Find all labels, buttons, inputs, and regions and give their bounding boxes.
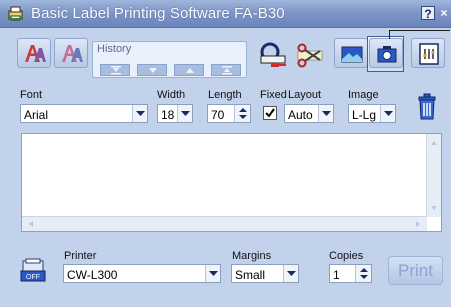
chevron-down-icon: [136, 111, 145, 116]
chevron-down-icon: [322, 111, 331, 116]
font-label: Font: [20, 89, 43, 101]
chevron-down-icon: [287, 271, 296, 276]
printer-label: Printer: [64, 250, 97, 262]
layout-value: Auto: [288, 108, 313, 122]
tape-cut-icon: [260, 42, 286, 67]
trash-icon: [418, 93, 436, 120]
window-title: Basic Label Printing Software FA-B30: [31, 5, 285, 22]
history-prev-button[interactable]: [137, 64, 167, 76]
history-first-button[interactable]: [100, 64, 130, 76]
off-label: OFF: [26, 274, 40, 281]
camera-icon: [377, 46, 397, 63]
font-select[interactable]: Arial: [20, 104, 148, 123]
width-label: Width: [157, 89, 186, 101]
power-off-button[interactable]: OFF: [20, 257, 46, 283]
close-button[interactable]: ×: [437, 6, 451, 20]
printer-app-icon: [8, 6, 23, 21]
history-next-button[interactable]: [174, 64, 204, 76]
app-window: Basic Label Printing Software FA-B30 ? ×…: [0, 0, 451, 307]
horizontal-scrollbar[interactable]: [22, 216, 427, 231]
layout-select[interactable]: Auto: [284, 104, 334, 123]
history-last-icon: [222, 66, 232, 75]
title-bar[interactable]: Basic Label Printing Software FA-B30 ? ×: [0, 0, 451, 28]
history-label: History: [97, 43, 132, 55]
scroll-left-icon[interactable]: [24, 217, 38, 231]
margins-select[interactable]: Small: [231, 264, 299, 283]
label-text-editor[interactable]: [21, 133, 442, 232]
margins-value: Small: [235, 268, 266, 282]
fixed-checkbox[interactable]: [263, 106, 277, 120]
width-value: 18: [161, 108, 175, 122]
length-spin-button[interactable]: [234, 105, 250, 122]
label-b-button[interactable]: [54, 38, 88, 68]
margins-dropdown-button[interactable]: [283, 265, 298, 282]
printer-value: CW-L300: [67, 268, 118, 282]
scissors-button[interactable]: [291, 38, 325, 68]
image-value: L-Lg: [352, 108, 377, 122]
printer-dropdown-button[interactable]: [205, 265, 220, 282]
label-a-icon: [25, 45, 46, 62]
picture-icon: [341, 46, 363, 63]
history-prev-icon: [149, 68, 157, 73]
vertical-scrollbar[interactable]: [426, 134, 441, 217]
spin-arrows-icon: [360, 268, 368, 279]
settings-button[interactable]: [411, 38, 445, 68]
length-value: 70: [211, 108, 225, 122]
margins-label: Margins: [232, 250, 272, 262]
width-select[interactable]: 18: [157, 104, 193, 123]
copies-spin-button[interactable]: [355, 265, 371, 282]
chevron-down-icon: [209, 271, 218, 276]
history-first-icon: [111, 66, 121, 75]
fixed-label: Fixed: [260, 89, 287, 101]
label-a-button[interactable]: [17, 38, 51, 68]
help-button[interactable]: ?: [421, 6, 435, 21]
scroll-up-icon[interactable]: [427, 136, 441, 150]
copies-value: 1: [333, 268, 340, 282]
printer-select[interactable]: CW-L300: [63, 264, 221, 283]
copies-stepper[interactable]: 1: [329, 264, 372, 283]
scroll-right-icon[interactable]: [411, 217, 425, 231]
tape-cut-button[interactable]: [254, 38, 288, 68]
length-label: Length: [208, 89, 242, 101]
picture-button[interactable]: [334, 38, 368, 68]
history-next-icon: [186, 68, 194, 73]
print-button[interactable]: Print: [388, 256, 443, 285]
printer-off-icon: OFF: [20, 258, 46, 282]
copies-label: Copies: [329, 250, 364, 262]
font-dropdown-button[interactable]: [132, 105, 147, 122]
chevron-down-icon: [181, 111, 190, 116]
layout-dropdown-button[interactable]: [318, 105, 333, 122]
settings-icon: [419, 43, 439, 65]
camera-button[interactable]: [369, 38, 403, 68]
spin-arrows-icon: [239, 108, 247, 119]
history-last-button[interactable]: [211, 64, 241, 76]
image-label: Image: [348, 89, 379, 101]
checkmark-icon: [265, 108, 275, 118]
length-stepper[interactable]: 70: [207, 104, 251, 123]
delete-button[interactable]: [414, 93, 440, 121]
image-select[interactable]: L-Lg: [348, 104, 396, 123]
chevron-down-icon: [384, 111, 393, 116]
layout-label: Layout: [288, 89, 322, 101]
width-dropdown-button[interactable]: [177, 105, 192, 122]
label-b-icon: [62, 45, 83, 62]
history-box[interactable]: History: [92, 41, 247, 78]
font-value: Arial: [24, 108, 49, 122]
scissors-icon: [297, 43, 323, 68]
image-dropdown-button[interactable]: [380, 105, 395, 122]
scroll-down-icon[interactable]: [427, 201, 441, 215]
